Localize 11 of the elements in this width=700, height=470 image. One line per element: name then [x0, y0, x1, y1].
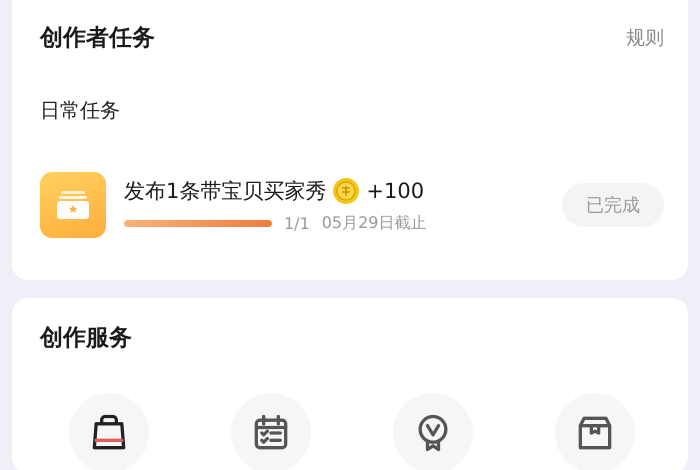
completed-button[interactable]: 已完成	[562, 183, 664, 227]
progress-count: 1/1	[284, 214, 310, 232]
reward-amount: +100	[366, 178, 424, 202]
coin-icon	[332, 176, 360, 204]
rules-link[interactable]: 规则	[626, 24, 664, 50]
card-title: 创作者任务	[40, 24, 155, 53]
section-title: 日常任务	[40, 97, 121, 124]
deadline-text: 05月29日截止	[322, 212, 426, 234]
card-title: 创作服务	[40, 324, 133, 353]
task-icon	[40, 172, 106, 238]
task-title: 发布1条带宝贝买家秀	[124, 178, 326, 204]
